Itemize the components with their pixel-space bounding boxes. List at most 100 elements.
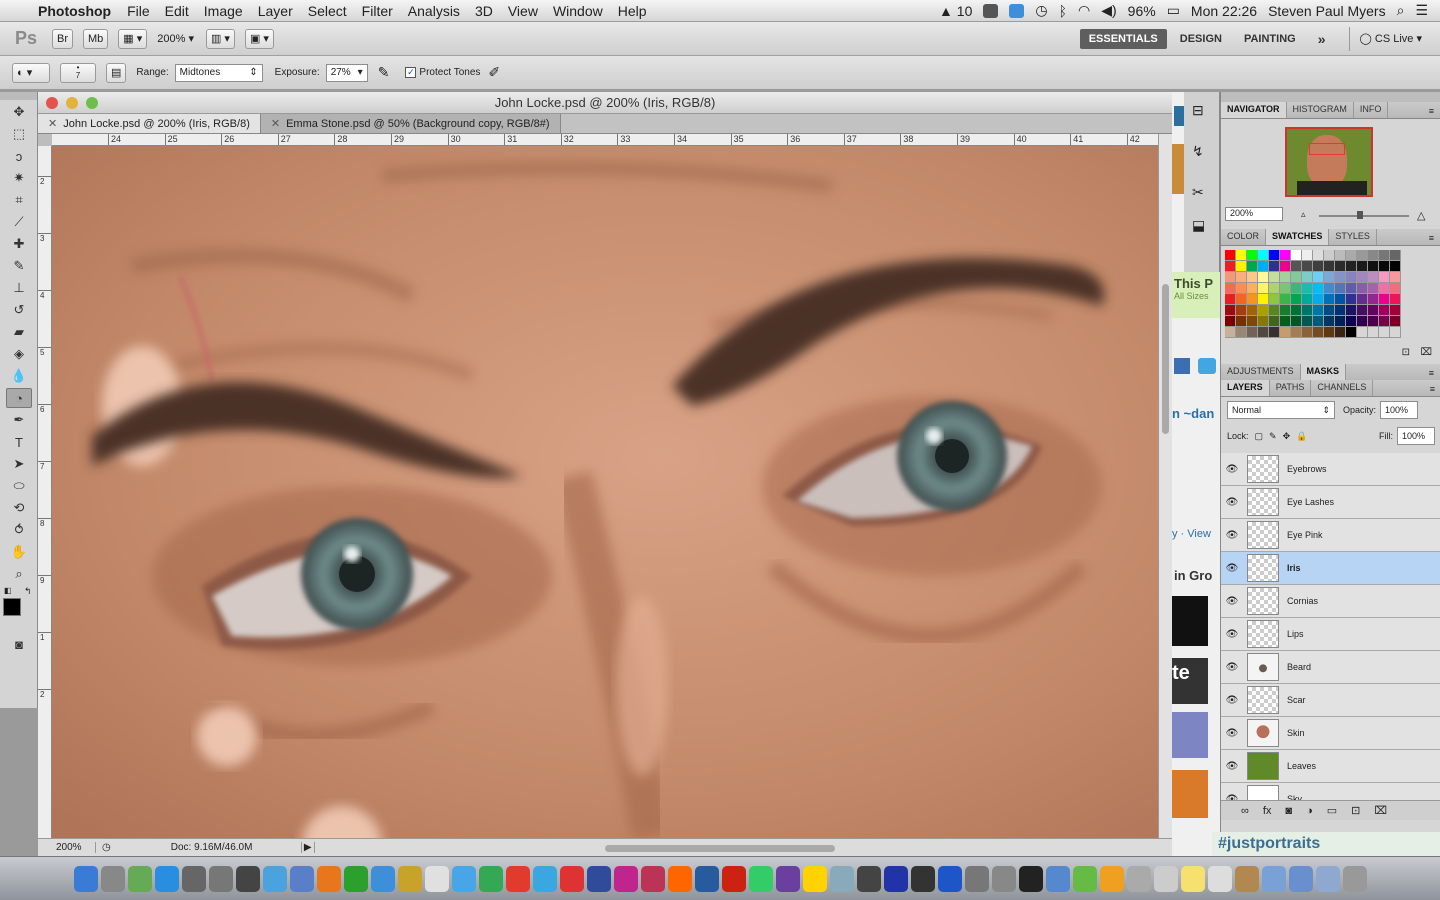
color-swatch[interactable] xyxy=(1357,261,1368,272)
dock-app-icon[interactable] xyxy=(991,865,1016,892)
color-swatch[interactable] xyxy=(1291,294,1302,305)
menu-filter[interactable]: Filter xyxy=(362,3,393,19)
tab-histogram[interactable]: HISTOGRAM xyxy=(1287,102,1354,118)
menu-image[interactable]: Image xyxy=(204,3,243,19)
dock-app-icon[interactable] xyxy=(424,865,449,892)
color-swatch[interactable] xyxy=(1258,283,1269,294)
layer-row[interactable]: 👁 Eye Pink xyxy=(1221,519,1440,552)
move-tool-icon[interactable]: ✥ xyxy=(6,102,32,122)
scroll-thumb[interactable] xyxy=(1162,284,1169,434)
color-swatch[interactable] xyxy=(1390,305,1401,316)
color-swatch[interactable] xyxy=(1280,283,1291,294)
color-swatch[interactable] xyxy=(1258,316,1269,327)
menu-select[interactable]: Select xyxy=(308,3,347,19)
dock-app-icon[interactable] xyxy=(532,865,557,892)
color-swatch[interactable] xyxy=(1247,316,1258,327)
layer-thumbnail[interactable] xyxy=(1247,521,1279,549)
healing-brush-tool-icon[interactable]: ✚ xyxy=(6,234,32,254)
default-colors-icon[interactable]: ◧ xyxy=(4,586,12,595)
lock-transparent-icon[interactable]: ▢ xyxy=(1255,431,1264,442)
menu-layer[interactable]: Layer xyxy=(258,3,293,19)
range-select[interactable]: Midtones ⇕ xyxy=(174,63,263,82)
color-swatch[interactable] xyxy=(1357,283,1368,294)
lock-position-icon[interactable]: ✥ xyxy=(1283,431,1291,442)
color-swatch[interactable] xyxy=(1368,250,1379,261)
color-swatch[interactable] xyxy=(1357,305,1368,316)
path-selection-tool-icon[interactable]: ➤ xyxy=(6,454,32,474)
dock-app-icon[interactable] xyxy=(1045,865,1070,892)
zoom-in-icon[interactable]: △ xyxy=(1417,209,1425,222)
dock-app-icon[interactable] xyxy=(316,865,341,892)
color-swatch[interactable] xyxy=(1379,250,1390,261)
menu-analysis[interactable]: Analysis xyxy=(408,3,460,19)
color-swatch[interactable] xyxy=(1324,283,1335,294)
dock-app-icon[interactable] xyxy=(1072,865,1097,892)
dock-app-icon[interactable] xyxy=(1315,865,1340,892)
tab-color[interactable]: COLOR xyxy=(1221,229,1267,245)
color-swatch[interactable] xyxy=(1324,272,1335,283)
color-swatch[interactable] xyxy=(1368,272,1379,283)
color-swatch[interactable] xyxy=(1225,250,1236,261)
dock-app-icon[interactable] xyxy=(694,865,719,892)
layer-row[interactable]: 👁 Lips xyxy=(1221,618,1440,651)
layer-row[interactable]: 👁 Skin xyxy=(1221,717,1440,750)
color-swatch[interactable] xyxy=(1236,327,1247,338)
layer-thumbnail[interactable] xyxy=(1247,455,1279,483)
delete-layer-icon[interactable]: ⌧ xyxy=(1374,804,1387,817)
color-swatch[interactable] xyxy=(1379,283,1390,294)
color-swatch[interactable] xyxy=(1346,327,1357,338)
zoom-slider-thumb[interactable] xyxy=(1357,211,1363,219)
tool-preset-picker[interactable]: ◐ ▾ xyxy=(12,62,50,83)
dock-app-icon[interactable] xyxy=(262,865,287,892)
color-swatch[interactable] xyxy=(1324,305,1335,316)
color-swatch[interactable] xyxy=(1258,272,1269,283)
layer-thumbnail[interactable] xyxy=(1247,620,1279,648)
crop-tool-icon[interactable]: ⌗ xyxy=(6,190,32,210)
color-swatch[interactable] xyxy=(1269,305,1280,316)
tab-navigator[interactable]: NAVIGATOR xyxy=(1221,102,1287,118)
layer-thumbnail[interactable] xyxy=(1247,554,1279,582)
status-zoom[interactable]: 200% xyxy=(38,842,96,853)
color-swatch[interactable] xyxy=(1390,261,1401,272)
dock-app-icon[interactable] xyxy=(235,865,260,892)
dock-app-icon[interactable] xyxy=(829,865,854,892)
color-swatch[interactable] xyxy=(1390,272,1401,283)
layer-thumbnail[interactable] xyxy=(1247,719,1279,747)
color-swatch[interactable] xyxy=(1335,272,1346,283)
dock-app-icon[interactable] xyxy=(478,865,503,892)
adjustment-layer-icon[interactable]: ◑ xyxy=(1306,805,1313,817)
color-swatch[interactable] xyxy=(1225,261,1236,272)
actions-panel-icon[interactable]: ↯ xyxy=(1192,143,1211,160)
layer-thumbnail[interactable] xyxy=(1247,752,1279,780)
layer-style-icon[interactable]: fx xyxy=(1263,805,1272,817)
color-swatch[interactable] xyxy=(1313,261,1324,272)
bluetooth-icon[interactable]: ᛒ xyxy=(1059,3,1067,19)
layer-row[interactable]: 👁 Leaves xyxy=(1221,750,1440,783)
color-swatch[interactable] xyxy=(1291,327,1302,338)
color-swatch[interactable] xyxy=(1225,305,1236,316)
visibility-eye-icon[interactable]: 👁 xyxy=(1221,497,1243,508)
tab-adjustments[interactable]: ADJUSTMENTS xyxy=(1221,364,1301,380)
opacity-field[interactable]: 100% xyxy=(1380,401,1419,419)
color-swatch[interactable] xyxy=(1225,283,1236,294)
history-brush-tool-icon[interactable]: ↺ xyxy=(6,300,32,320)
dock-app-icon[interactable] xyxy=(451,865,476,892)
dock-app-icon[interactable] xyxy=(154,865,179,892)
navigator-thumbnail[interactable] xyxy=(1285,127,1373,197)
foreground-color-swatch[interactable] xyxy=(3,598,21,616)
color-swatch[interactable] xyxy=(1247,250,1258,261)
visibility-eye-icon[interactable]: 👁 xyxy=(1221,761,1243,772)
tab-swatches[interactable]: SWATCHES xyxy=(1266,229,1330,245)
visibility-eye-icon[interactable]: 👁 xyxy=(1221,530,1243,541)
color-swatch[interactable] xyxy=(1335,316,1346,327)
dodge-tool-icon[interactable]: ◔ xyxy=(6,388,32,408)
dock-app-icon[interactable] xyxy=(883,865,908,892)
menu-view[interactable]: View xyxy=(508,3,538,19)
new-layer-icon[interactable]: ⊡ xyxy=(1351,804,1360,817)
dock-app-icon[interactable] xyxy=(1180,865,1205,892)
layer-row[interactable]: 👁 Eye Lashes xyxy=(1221,486,1440,519)
color-swatch[interactable] xyxy=(1346,250,1357,261)
layer-thumbnail[interactable] xyxy=(1247,653,1279,681)
color-swatch[interactable] xyxy=(1346,305,1357,316)
color-swatch[interactable] xyxy=(1225,327,1236,338)
